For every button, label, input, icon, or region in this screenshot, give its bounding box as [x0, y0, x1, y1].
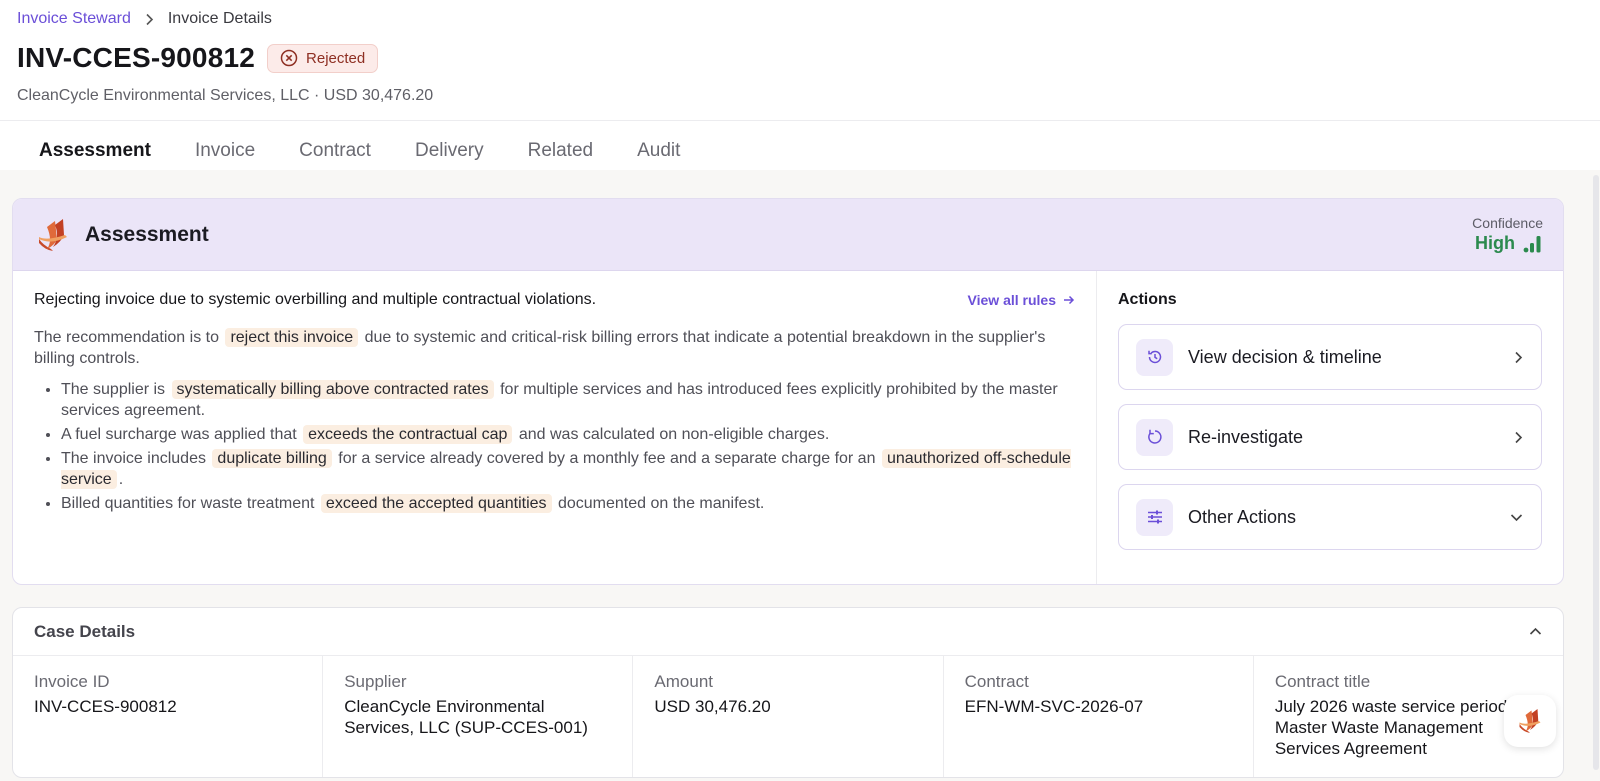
title-row: INV-CCES-900812 Rejected	[17, 38, 1583, 78]
finding-text: The supplier is	[61, 381, 166, 398]
field-label: Supplier	[344, 672, 407, 691]
case-field-amount: Amount USD 30,476.20	[633, 656, 944, 777]
actions-panel: Actions View decision & timeline Re-inve…	[1097, 271, 1563, 584]
tab-bar: Assessment Invoice Contract Delivery Rel…	[0, 120, 1600, 174]
tab-audit[interactable]: Audit	[615, 140, 702, 173]
case-field-contract: Contract EFN-WM-SVC-2026-07	[944, 656, 1254, 777]
chevron-down-icon	[1510, 513, 1523, 522]
action-label: Re-investigate	[1188, 426, 1304, 447]
tab-invoice[interactable]: Invoice	[173, 140, 277, 173]
tab-assessment[interactable]: Assessment	[17, 140, 173, 174]
case-details-title: Case Details	[34, 621, 136, 641]
finding-text: Billed quantities for waste treatment	[61, 495, 315, 512]
tab-related[interactable]: Related	[506, 140, 616, 173]
finding-highlight: duplicate billing	[212, 449, 332, 468]
confidence-value: High	[1475, 233, 1515, 253]
assessment-rationale: Rejecting invoice due to systemic overbi…	[13, 271, 1097, 584]
view-all-rules-link[interactable]: View all rules	[968, 292, 1075, 308]
top-bar: Invoice Steward Invoice Details INV-CCES…	[0, 0, 1600, 108]
signal-bars-icon	[1523, 235, 1541, 252]
tab-contract[interactable]: Contract	[277, 140, 393, 173]
status-badge: Rejected	[267, 43, 379, 73]
steward-logo-icon	[1519, 709, 1541, 733]
status-badge-label: Rejected	[306, 49, 366, 67]
list-item: A fuel surcharge was applied that exceed…	[61, 424, 1075, 445]
finding-text-tail: documented on the manifest.	[557, 495, 765, 512]
page-subtitle: CleanCycle Environmental Services, LLC ·…	[17, 87, 434, 104]
highlight-reject: reject this invoice	[225, 328, 359, 347]
breadcrumb: Invoice Steward Invoice Details	[17, 0, 1583, 38]
other-actions-dropdown[interactable]: Other Actions	[1118, 484, 1542, 550]
finding-text-tail: and was calculated on non-eligible charg…	[518, 426, 830, 443]
field-label: Contract	[964, 672, 1029, 691]
list-item: Billed quantities for waste treatment ex…	[61, 493, 1075, 514]
finding-highlight: exceed the accepted quantities	[320, 494, 552, 513]
field-value: EFN-WM-SVC-2026-07	[964, 697, 1144, 716]
history-icon	[1136, 338, 1173, 376]
field-label: Amount	[654, 672, 713, 691]
field-value: USD 30,476.20	[654, 697, 771, 716]
actions-label: Actions	[1118, 291, 1177, 308]
steward-logo-icon	[39, 218, 67, 251]
page-title: INV-CCES-900812	[17, 42, 256, 73]
recommendation-paragraph: The recommendation is to reject this inv…	[34, 327, 1075, 369]
chevron-right-icon	[1514, 431, 1523, 444]
action-label: Other Actions	[1188, 506, 1297, 527]
field-value: INV-CCES-900812	[34, 697, 177, 716]
scrollbar[interactable]	[1593, 175, 1599, 770]
case-field-supplier: Supplier CleanCycle Environmental Servic…	[323, 656, 634, 777]
assessment-body: Rejecting invoice due to systemic overbi…	[13, 271, 1563, 584]
x-circle-icon	[280, 49, 298, 67]
recommendation-text: The recommendation is to	[34, 329, 219, 346]
case-field-invoice-id: Invoice ID INV-CCES-900812	[13, 656, 324, 777]
chevron-right-icon	[1514, 351, 1523, 364]
finding-text: A fuel surcharge was applied that	[61, 426, 297, 443]
list-item: The supplier is systematically billing a…	[61, 379, 1075, 421]
finding-highlight: exceeds the contractual cap	[303, 425, 513, 444]
findings-list: The supplier is systematically billing a…	[34, 379, 1075, 514]
main-content: Assessment Confidence High Rejecting inv…	[0, 170, 1600, 781]
confidence-label: Confidence	[1472, 215, 1543, 231]
list-item: The invoice includes duplicate billing f…	[61, 448, 1075, 490]
breadcrumb-link-invoice-steward[interactable]: Invoice Steward	[17, 10, 131, 28]
field-value: July 2026 waste service period - Master …	[1274, 697, 1518, 758]
case-details-card: Case Details Invoice ID INV-CCES-900812 …	[12, 607, 1564, 778]
finding-highlight: systematically billing above contracted …	[171, 380, 494, 399]
assessment-header: Assessment Confidence High	[13, 199, 1563, 271]
chevron-up-icon[interactable]	[1529, 627, 1542, 636]
assessment-summary: Rejecting invoice due to systemic overbi…	[34, 291, 597, 308]
case-details-header[interactable]: Case Details	[13, 608, 1563, 656]
finding-text: The invoice includes	[61, 450, 206, 467]
re-investigate-button[interactable]: Re-investigate	[1118, 404, 1542, 470]
action-label: View decision & timeline	[1188, 346, 1382, 367]
view-all-rules-label: View all rules	[967, 292, 1056, 308]
sliders-icon	[1136, 498, 1173, 536]
case-details-grid: Invoice ID INV-CCES-900812 Supplier Clea…	[13, 656, 1563, 777]
refresh-icon	[1136, 418, 1173, 456]
confidence-indicator: Confidence High	[1472, 215, 1543, 254]
breadcrumb-current: Invoice Details	[167, 10, 272, 27]
assessment-title: Assessment	[85, 222, 209, 246]
arrow-right-icon	[1064, 295, 1075, 305]
chevron-right-icon	[145, 13, 154, 26]
finding-text-tail: .	[118, 471, 124, 488]
field-label: Invoice ID	[34, 672, 110, 691]
field-value: CleanCycle Environmental Services, LLC (…	[344, 697, 588, 737]
view-decision-timeline-button[interactable]: View decision & timeline	[1118, 324, 1542, 390]
field-label: Contract title	[1274, 672, 1371, 691]
tab-delivery[interactable]: Delivery	[393, 140, 506, 173]
finding-text-mid: for a service already covered by a month…	[338, 450, 876, 467]
assessment-card: Assessment Confidence High Rejecting inv…	[12, 198, 1564, 585]
assistant-launcher-button[interactable]	[1504, 695, 1556, 747]
